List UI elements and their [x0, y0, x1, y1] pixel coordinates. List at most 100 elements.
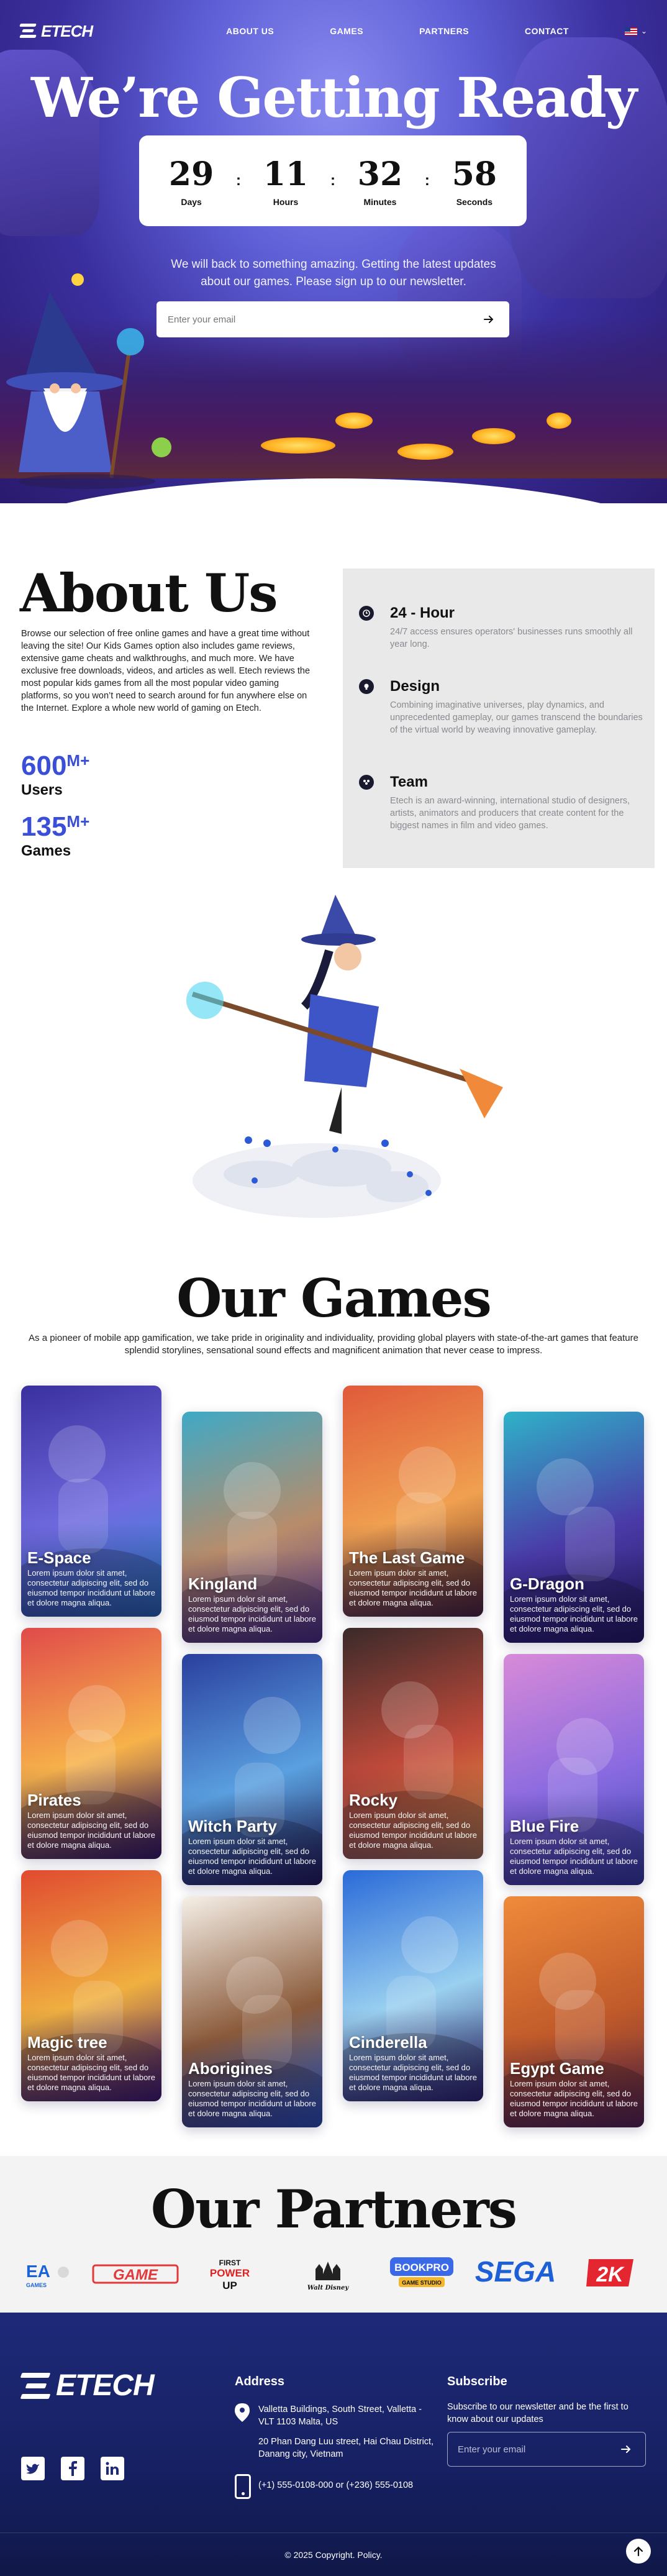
svg-text:POWER: POWER: [210, 2267, 250, 2279]
stat-suffix: M+: [66, 751, 90, 770]
stat-value: 135: [21, 811, 67, 842]
lava-pool: [335, 413, 373, 429]
top-navigation: ETECH ABOUT US GAMES PARTNERS CONTACT ⌄: [0, 19, 667, 43]
countdown-timer: 29 Days : 11 Hours : 32 Minutes : 58 Sec…: [139, 135, 527, 226]
partner-logo-2k[interactable]: 2K: [585, 2254, 637, 2291]
footer-subscribe-text: Subscribe to our newsletter and be the f…: [447, 2402, 628, 2424]
svg-text:GAME STUDIO: GAME STUDIO: [402, 2280, 442, 2286]
feature-desc: Etech is an award-winning, international…: [390, 796, 630, 831]
logo-icon: [20, 2370, 52, 2401]
partner-logo-ea[interactable]: EA GAMES: [25, 2255, 70, 2293]
game-card-kingland[interactable]: Kingland Lorem ipsum dolor sit amet, cons…: [182, 1412, 322, 1643]
clock-icon: [359, 606, 374, 621]
partners-title: Our Partners: [150, 2178, 517, 2240]
game-card-description: Lorem ipsum dolor sit amet, consectetur …: [349, 2053, 477, 2092]
game-card-title: Magic tree: [27, 2033, 107, 2052]
facebook-icon[interactable]: [61, 2457, 84, 2480]
wizard-illustration: [6, 273, 171, 489]
feature-item: [359, 606, 374, 621]
partner-logo-game[interactable]: GAME: [92, 2262, 179, 2286]
footer-subscribe-heading: Subscribe: [447, 2375, 507, 2388]
game-card-title: Witch Party: [188, 1817, 277, 1835]
location-pin-icon: [235, 2403, 250, 2425]
partner-logo-sega[interactable]: SEGA: [472, 2257, 559, 2288]
game-card-the-last-game[interactable]: The Last Game Lorem ipsum dolor sit amet,…: [343, 1386, 483, 1617]
language-selector[interactable]: ⌄: [624, 27, 647, 35]
stat-suffix: M+: [66, 812, 90, 831]
game-card-description: Lorem ipsum dolor sit amet, consectetur …: [188, 2079, 316, 2118]
hero-subscribe-form: [157, 301, 509, 337]
footer-email-input[interactable]: [458, 2444, 617, 2455]
lightbulb-icon: [359, 679, 374, 694]
svg-text:UP: UP: [222, 2280, 237, 2291]
back-to-top-button[interactable]: [626, 2539, 651, 2564]
game-card-title: Kingland: [188, 1574, 258, 1593]
game-card-rocky[interactable]: Rocky Lorem ipsum dolor sit amet, consect…: [343, 1628, 483, 1859]
logo-text: ETECH: [56, 2369, 155, 2402]
games-title: Our Games: [176, 1267, 492, 1329]
lava-pool: [547, 413, 571, 429]
countdown-label: Hours: [273, 196, 299, 207]
twitter-icon[interactable]: [21, 2457, 45, 2480]
game-card-description: Lorem ipsum dolor sit amet, consectetur …: [510, 1837, 638, 1876]
game-card-pirates[interactable]: Pirates Lorem ipsum dolor sit amet, conse…: [21, 1628, 161, 1859]
feature-item: [359, 775, 374, 790]
first-power-up-logo-icon: FIRSTPOWERUP: [210, 2259, 250, 2291]
game-card-aborigines[interactable]: Aborigines Lorem ipsum dolor sit amet, co…: [182, 1896, 322, 2127]
footer-address-2: 20 Phan Dang Luu street, Hai Chau Distri…: [258, 2437, 434, 2459]
games-subtitle: As a pioneer of mobile app gamification,…: [29, 1333, 638, 1356]
logo-icon: [19, 22, 37, 40]
nav-link-games[interactable]: GAMES: [330, 26, 363, 36]
partner-logo-disney[interactable]: Walt Disney: [303, 2255, 353, 2293]
features-panel: 24 - Hour 24/7 access ensures operators'…: [343, 569, 655, 868]
about-title: About Us: [20, 562, 278, 624]
stat-games: 135M+ Games: [21, 811, 89, 860]
svg-text:GAMES: GAMES: [26, 2282, 47, 2288]
feature-title: Design: [390, 678, 440, 695]
game-logo-icon: GAME: [92, 2264, 179, 2284]
logo-text: ETECH: [41, 21, 93, 40]
game-card-description: Lorem ipsum dolor sit amet, consectetur …: [27, 1568, 155, 1607]
game-card-g-dragon[interactable]: G-Dragon Lorem ipsum dolor sit amet, cons…: [504, 1412, 644, 1643]
svg-text:SEGA: SEGA: [475, 2257, 556, 2288]
game-card-description: Lorem ipsum dolor sit amet, consectetur …: [27, 2053, 155, 2092]
sega-logo-icon: SEGA: [475, 2257, 556, 2288]
feature-item: [359, 679, 374, 694]
nav-link-partners[interactable]: PARTNERS: [419, 26, 469, 36]
chevron-down-icon: ⌄: [640, 27, 647, 35]
footer-logo[interactable]: ETECH: [20, 2368, 155, 2403]
feature-title: 24 - Hour: [390, 605, 455, 621]
game-card-title: Blue Fire: [510, 1817, 579, 1835]
game-card-title: Pirates: [27, 1791, 81, 1809]
nav-link-contact[interactable]: CONTACT: [525, 26, 569, 36]
arrow-right-icon: [484, 316, 494, 323]
ea-logo-icon: EAGAMES: [26, 2262, 69, 2288]
game-card-space[interactable]: E-Space Lorem ipsum dolor sit amet, conse…: [21, 1386, 161, 1617]
partner-logo-first-power-up[interactable]: FIRST POWER UP: [205, 2255, 255, 2293]
game-card-description: Lorem ipsum dolor sit amet, consectetur …: [27, 1811, 155, 1850]
game-card-blue-fire[interactable]: Blue Fire Lorem ipsum dolor sit amet, con…: [504, 1654, 644, 1885]
stat-users: 600M+ Users: [21, 751, 89, 799]
countdown-separator: :: [236, 172, 242, 189]
game-card-description: Lorem ipsum dolor sit amet, consectetur …: [510, 1594, 638, 1633]
lava-pool: [397, 444, 453, 460]
site-logo[interactable]: ETECH: [19, 21, 93, 41]
countdown-days: 29 Days: [169, 155, 214, 207]
footer-submit-button[interactable]: [617, 2440, 635, 2459]
hero-email-input[interactable]: [168, 314, 479, 325]
game-card-witch-party[interactable]: Witch Party Lorem ipsum dolor sit amet, c…: [182, 1654, 322, 1885]
linkedin-icon[interactable]: [101, 2457, 124, 2480]
site-footer: ETECH Address Valletta Buildings, South …: [0, 2313, 667, 2576]
svg-text:GAME: GAME: [113, 2267, 158, 2283]
nav-link-about-us[interactable]: ABOUT US: [226, 26, 274, 36]
game-card-title: Aborigines: [188, 2059, 273, 2078]
game-card-cinderella[interactable]: Cinderella Lorem ipsum dolor sit amet, co…: [343, 1870, 483, 2101]
hero-section: ETECH ABOUT US GAMES PARTNERS CONTACT ⌄ …: [0, 0, 667, 503]
partner-logo-bookpro[interactable]: BOOKPRO GAME STUDIO: [388, 2252, 456, 2293]
countdown-label: Seconds: [456, 196, 493, 207]
game-card-description: Lorem ipsum dolor sit amet, consectetur …: [188, 1594, 316, 1633]
game-card-egypt-game[interactable]: Egypt Game Lorem ipsum dolor sit amet, co…: [504, 1896, 644, 2127]
hero-submit-button[interactable]: [479, 310, 498, 329]
svg-text:FIRST: FIRST: [219, 2259, 241, 2267]
game-card-magic-tree[interactable]: Magic tree Lorem ipsum dolor sit amet, co…: [21, 1870, 161, 2101]
